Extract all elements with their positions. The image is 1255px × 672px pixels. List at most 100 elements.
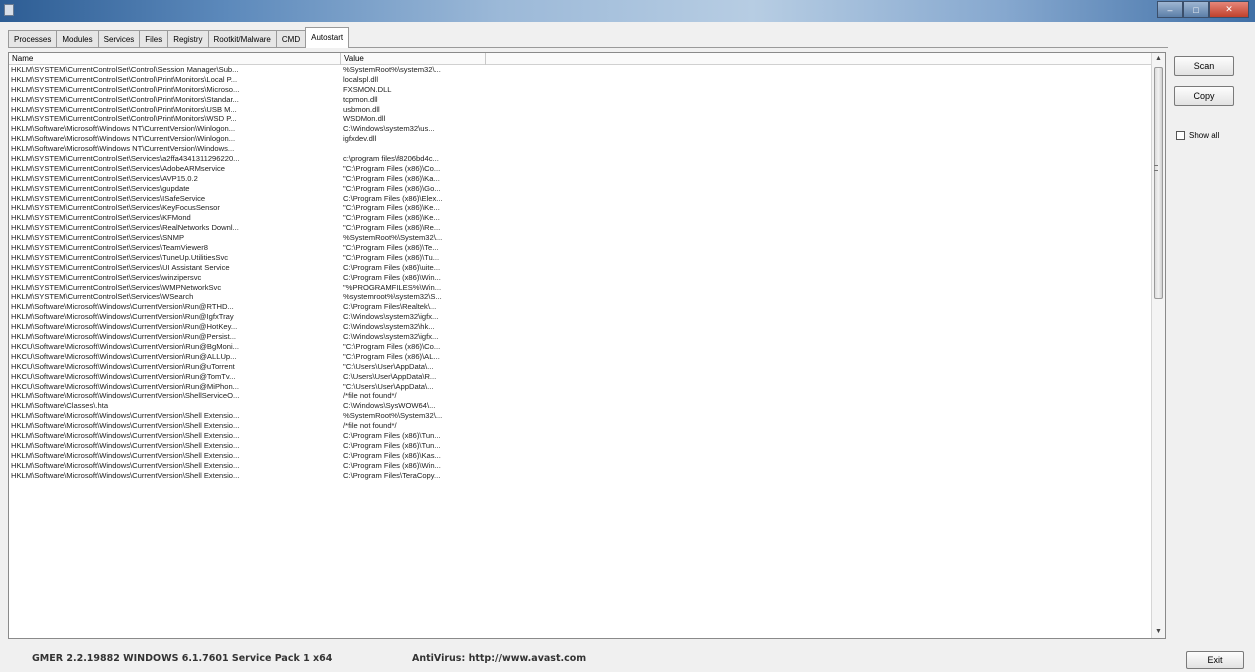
- table-row[interactable]: HKLM\Software\Microsoft\Windows\CurrentV…: [9, 441, 1152, 451]
- table-row[interactable]: HKLM\SYSTEM\CurrentControlSet\Services\S…: [9, 233, 1152, 243]
- table-row[interactable]: HKCU\Software\Microsoft\Windows\CurrentV…: [9, 352, 1152, 362]
- table-row[interactable]: HKLM\Software\Microsoft\Windows\CurrentV…: [9, 332, 1152, 342]
- row-name-cell: HKLM\Software\Microsoft\Windows\CurrentV…: [11, 450, 240, 460]
- row-value-cell: "C:\Program Files (x86)\Go...: [343, 183, 441, 193]
- exit-button[interactable]: Exit: [1186, 651, 1244, 669]
- table-row[interactable]: HKLM\Software\Microsoft\Windows NT\Curre…: [9, 124, 1152, 134]
- scroll-down-icon[interactable]: ▼: [1152, 626, 1165, 638]
- table-row[interactable]: HKLM\SYSTEM\CurrentControlSet\Control\Pr…: [9, 95, 1152, 105]
- table-row[interactable]: HKLM\SYSTEM\CurrentControlSet\Services\a…: [9, 154, 1152, 164]
- table-row[interactable]: HKCU\Software\Microsoft\Windows\CurrentV…: [9, 372, 1152, 382]
- autostart-list[interactable]: Name Value HKLM\SYSTEM\CurrentControlSet…: [8, 52, 1166, 639]
- tab-processes[interactable]: Processes: [8, 30, 58, 48]
- table-row[interactable]: HKLM\SYSTEM\CurrentControlSet\Services\K…: [9, 203, 1152, 213]
- vertical-scrollbar[interactable]: ▲ ▼: [1151, 53, 1165, 638]
- row-name-cell: HKCU\Software\Microsoft\Windows\CurrentV…: [11, 371, 236, 381]
- row-name-cell: HKLM\Software\Microsoft\Windows NT\Curre…: [11, 124, 236, 134]
- table-row[interactable]: HKLM\Software\Microsoft\Windows\CurrentV…: [9, 411, 1152, 421]
- scan-button[interactable]: Scan: [1174, 56, 1234, 76]
- table-row[interactable]: HKCU\Software\Microsoft\Windows\CurrentV…: [9, 382, 1152, 392]
- table-row[interactable]: HKLM\SYSTEM\CurrentControlSet\Services\W…: [9, 292, 1152, 302]
- list-header: Name Value: [9, 53, 1152, 65]
- show-all-checkbox[interactable]: Show all: [1176, 131, 1219, 140]
- row-value-cell: C:\Program Files (x86)\uite...: [343, 262, 441, 272]
- row-name-cell: HKLM\SYSTEM\CurrentControlSet\Control\Pr…: [11, 114, 237, 124]
- copy-button[interactable]: Copy: [1174, 86, 1234, 106]
- table-row[interactable]: HKCU\Software\Microsoft\Windows\CurrentV…: [9, 362, 1152, 372]
- table-row[interactable]: HKLM\Software\Microsoft\Windows\CurrentV…: [9, 451, 1152, 461]
- table-row[interactable]: HKLM\Software\Microsoft\Windows NT\Curre…: [9, 134, 1152, 144]
- tab-modules[interactable]: Modules: [56, 30, 99, 48]
- row-value-cell: C:\Windows\system32\igfx...: [343, 312, 439, 322]
- table-row[interactable]: HKLM\SYSTEM\CurrentControlSet\Services\T…: [9, 243, 1152, 253]
- row-name-cell: HKLM\Software\Microsoft\Windows\CurrentV…: [11, 332, 237, 342]
- table-row[interactable]: HKLM\SYSTEM\CurrentControlSet\Control\Pr…: [9, 105, 1152, 115]
- table-row[interactable]: HKLM\Software\Microsoft\Windows\CurrentV…: [9, 391, 1152, 401]
- table-row[interactable]: HKLM\Software\Microsoft\Windows NT\Curre…: [9, 144, 1152, 154]
- row-name-cell: HKLM\SYSTEM\CurrentControlSet\Services\S…: [11, 233, 185, 243]
- row-value-cell: %SystemRoot%\System32\...: [343, 411, 443, 421]
- row-value-cell: "C:\Users\User\AppData\...: [343, 381, 434, 391]
- table-row[interactable]: HKLM\Software\Microsoft\Windows\CurrentV…: [9, 322, 1152, 332]
- row-value-cell: C:\Program Files (x86)\Tun...: [343, 440, 441, 450]
- table-row[interactable]: HKLM\SYSTEM\CurrentControlSet\Services\T…: [9, 253, 1152, 263]
- row-value-cell: "C:\Users\User\AppData\...: [343, 361, 434, 371]
- table-row[interactable]: HKLM\Software\Microsoft\Windows\CurrentV…: [9, 421, 1152, 431]
- tab-registry[interactable]: Registry: [167, 30, 209, 48]
- row-name-cell: HKLM\SYSTEM\CurrentControlSet\Services\R…: [11, 223, 239, 233]
- table-row[interactable]: HKLM\Software\Microsoft\Windows\CurrentV…: [9, 461, 1152, 471]
- row-value-cell: "C:\Program Files (x86)\Te...: [343, 243, 439, 253]
- table-row[interactable]: HKLM\SYSTEM\CurrentControlSet\Services\K…: [9, 213, 1152, 223]
- scrollbar-thumb[interactable]: [1154, 67, 1163, 299]
- table-row[interactable]: HKLM\SYSTEM\CurrentControlSet\Services\w…: [9, 273, 1152, 283]
- row-value-cell: %systemroot%\system32\S...: [343, 292, 442, 302]
- column-header-value[interactable]: Value: [341, 53, 486, 65]
- table-row[interactable]: HKCU\Software\Microsoft\Windows\CurrentV…: [9, 342, 1152, 352]
- table-row[interactable]: HKLM\SYSTEM\CurrentControlSet\Control\Pr…: [9, 114, 1152, 124]
- maximize-button[interactable]: □: [1183, 1, 1209, 18]
- row-name-cell: HKLM\Software\Microsoft\Windows\CurrentV…: [11, 312, 234, 322]
- table-row[interactable]: HKLM\Software\Microsoft\Windows\CurrentV…: [9, 431, 1152, 441]
- row-value-cell: "%PROGRAMFILES%\Win...: [343, 282, 442, 292]
- tab-services[interactable]: Services: [97, 30, 141, 48]
- column-header-name[interactable]: Name: [9, 53, 341, 65]
- table-row[interactable]: HKLM\Software\Classes\.hta C:\Windows\Sys…: [9, 401, 1152, 411]
- scrollbar-grip: [1154, 165, 1158, 171]
- row-value-cell: C:\Users\User\AppData\R...: [343, 371, 437, 381]
- tab-autostart[interactable]: Autostart: [305, 27, 350, 48]
- row-name-cell: HKCU\Software\Microsoft\Windows\CurrentV…: [11, 361, 235, 371]
- table-row[interactable]: HKLM\SYSTEM\CurrentControlSet\Services\I…: [9, 194, 1152, 204]
- row-value-cell: "C:\Program Files (x86)\Co...: [343, 163, 441, 173]
- tab-rootkit-malware[interactable]: Rootkit/Malware: [207, 30, 277, 48]
- table-row[interactable]: HKLM\Software\Microsoft\Windows\CurrentV…: [9, 471, 1152, 481]
- table-row[interactable]: HKLM\SYSTEM\CurrentControlSet\Services\R…: [9, 223, 1152, 233]
- row-name-cell: HKLM\SYSTEM\CurrentControlSet\Control\Se…: [11, 65, 239, 74]
- table-row[interactable]: HKLM\SYSTEM\CurrentControlSet\Control\Pr…: [9, 85, 1152, 95]
- row-name-cell: HKLM\SYSTEM\CurrentControlSet\Services\U…: [11, 262, 230, 272]
- table-row[interactable]: HKLM\SYSTEM\CurrentControlSet\Services\A…: [9, 164, 1152, 174]
- row-value-cell: "C:\Program Files (x86)\Ke...: [343, 203, 440, 213]
- table-row[interactable]: HKLM\SYSTEM\CurrentControlSet\Control\Pr…: [9, 75, 1152, 85]
- tab-files[interactable]: Files: [139, 30, 169, 48]
- table-row[interactable]: HKLM\SYSTEM\CurrentControlSet\Services\W…: [9, 283, 1152, 293]
- row-value-cell: C:\Windows\system32\hk...: [343, 322, 435, 332]
- row-name-cell: HKLM\SYSTEM\CurrentControlSet\Services\W…: [11, 292, 194, 302]
- antivirus-info: AntiVirus: http://www.avast.com: [412, 653, 587, 664]
- row-name-cell: HKLM\SYSTEM\CurrentControlSet\Services\T…: [11, 252, 229, 262]
- row-value-cell: "C:\Program Files (x86)\Re...: [343, 223, 441, 233]
- minimize-button[interactable]: –: [1157, 1, 1183, 18]
- row-name-cell: HKCU\Software\Microsoft\Windows\CurrentV…: [11, 351, 237, 361]
- table-row[interactable]: HKLM\SYSTEM\CurrentControlSet\Control\Se…: [9, 65, 1152, 75]
- table-row[interactable]: HKLM\Software\Microsoft\Windows\CurrentV…: [9, 312, 1152, 322]
- row-name-cell: HKLM\Software\Microsoft\Windows\CurrentV…: [11, 411, 240, 421]
- checkbox-icon[interactable]: [1176, 131, 1185, 140]
- tab-cmd[interactable]: CMD: [275, 30, 307, 48]
- table-row[interactable]: HKLM\SYSTEM\CurrentControlSet\Services\U…: [9, 263, 1152, 273]
- close-button[interactable]: ✕: [1209, 1, 1249, 18]
- table-row[interactable]: HKLM\Software\Microsoft\Windows\CurrentV…: [9, 302, 1152, 312]
- tab-divider: [8, 47, 1168, 48]
- status-bar: GMER 2.2.19882 WINDOWS 6.1.7601 Service …: [0, 644, 1255, 672]
- scroll-up-icon[interactable]: ▲: [1152, 53, 1165, 65]
- table-row[interactable]: HKLM\SYSTEM\CurrentControlSet\Services\A…: [9, 174, 1152, 184]
- table-row[interactable]: HKLM\SYSTEM\CurrentControlSet\Services\g…: [9, 184, 1152, 194]
